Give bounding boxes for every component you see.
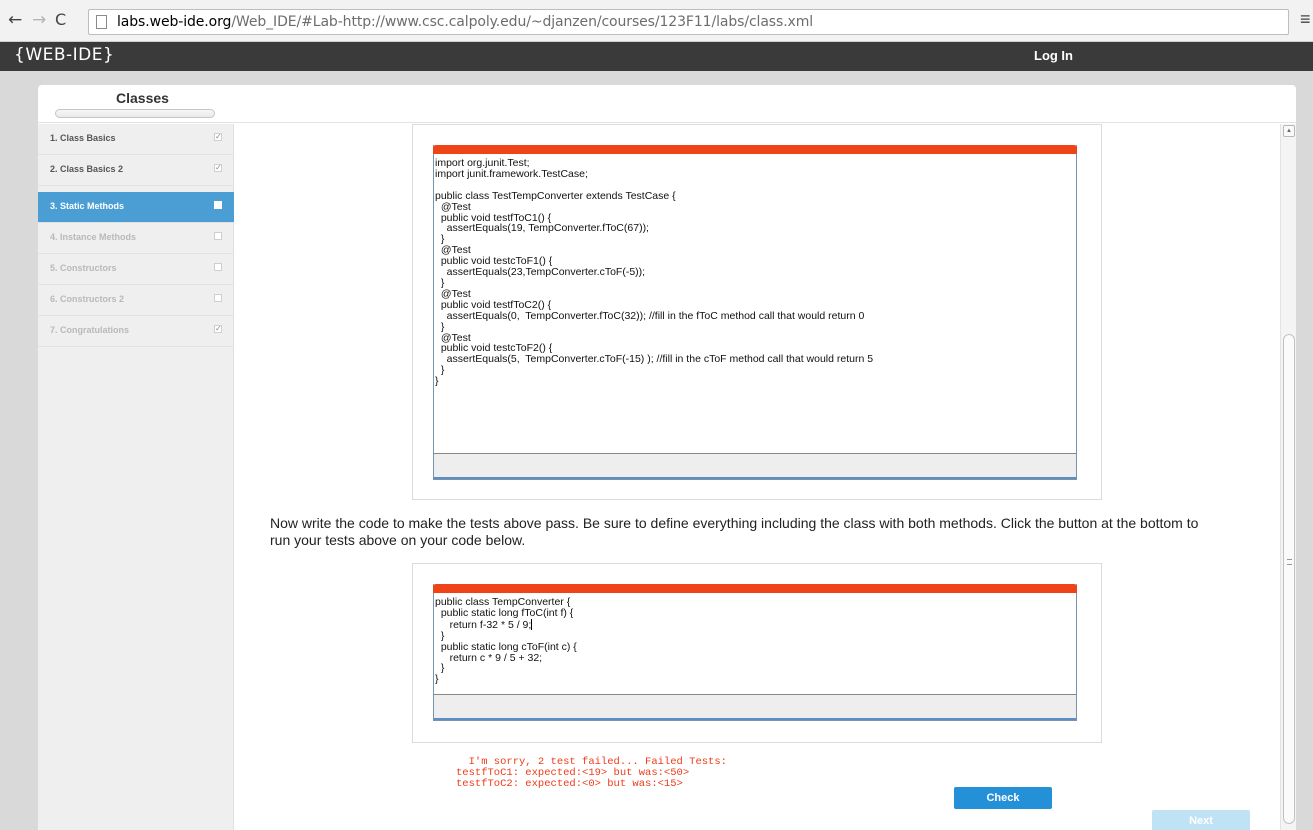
- status-checkbox-icon: [214, 294, 222, 302]
- grip-icon: [1287, 559, 1292, 565]
- completed-check-icon: ✓: [214, 132, 222, 141]
- code-after-caret: } public static long cToF(int c) { retur…: [435, 629, 577, 686]
- sidebar-item-class-basics[interactable]: 1. Class Basics ✓: [38, 124, 234, 155]
- test-code-frame: import org.junit.Test; import junit.fram…: [412, 124, 1102, 500]
- panel-header: Classes: [38, 85, 1296, 123]
- web-ide-logo[interactable]: {WEB-IDE}: [14, 45, 114, 65]
- content-scrollbar[interactable]: ▲: [1280, 124, 1296, 830]
- sidebar-item-congratulations[interactable]: 7. Congratulations ✓: [38, 316, 234, 347]
- editor-title-bar: [433, 145, 1077, 154]
- instructions-text: Now write the code to make the tests abo…: [270, 515, 1199, 548]
- status-checkbox-icon: [214, 232, 222, 240]
- editor-status-bar: [434, 694, 1076, 720]
- check-button[interactable]: Check: [954, 787, 1052, 809]
- sidebar-item-constructors-2[interactable]: 6. Constructors 2: [38, 285, 234, 316]
- forward-arrow-icon[interactable]: →: [32, 10, 46, 30]
- sidebar-item-instance-methods[interactable]: 4. Instance Methods: [38, 223, 234, 254]
- url-path: /Web_IDE/#Lab-http://www.csc.calpoly.edu…: [231, 14, 814, 30]
- completed-check-icon: ✓: [214, 324, 222, 333]
- text-caret: [531, 618, 533, 630]
- url-text[interactable]: labs.web-ide.org/Web_IDE/#Lab-http://www…: [117, 14, 813, 30]
- status-checkbox-icon: [214, 263, 222, 271]
- scrollbar-thumb[interactable]: [1283, 334, 1295, 824]
- test-result-message: I'm sorry, 2 test failed... Failed Tests…: [456, 756, 727, 790]
- solution-code-frame: public class TempConverter { public stat…: [412, 563, 1102, 743]
- sidebar-item-label: 6. Constructors 2: [50, 294, 125, 304]
- scroll-up-arrow-icon[interactable]: ▲: [1283, 125, 1295, 137]
- completed-check-icon: ✓: [214, 163, 222, 172]
- url-host: labs.web-ide.org: [117, 14, 232, 30]
- test-code-editor[interactable]: import org.junit.Test; import junit.fram…: [433, 145, 1077, 480]
- next-button[interactable]: Next: [1152, 810, 1250, 830]
- solution-code-editor[interactable]: public class TempConverter { public stat…: [433, 584, 1077, 721]
- editor-status-bar: [434, 453, 1076, 479]
- lab-progress-bar: [55, 109, 215, 118]
- sidebar-item-label: 7. Congratulations: [50, 325, 130, 335]
- browser-toolbar: ← → C labs.web-ide.org/Web_IDE/#Lab-http…: [0, 0, 1313, 42]
- sidebar-item-label: 3. Static Methods: [50, 201, 125, 211]
- solution-code-text[interactable]: public class TempConverter { public stat…: [435, 597, 577, 685]
- back-arrow-icon[interactable]: ←: [8, 10, 22, 30]
- sidebar-item-constructors[interactable]: 5. Constructors: [38, 254, 234, 285]
- test-code-text[interactable]: import org.junit.Test; import junit.fram…: [435, 158, 873, 387]
- app-header: {WEB-IDE} Log In: [0, 42, 1313, 71]
- sidebar-item-label: 4. Instance Methods: [50, 232, 137, 242]
- sidebar-item-label: 2. Class Basics 2: [50, 164, 124, 174]
- sidebar-item-label: 5. Constructors: [50, 263, 117, 273]
- sidebar-item-label: 1. Class Basics: [50, 133, 116, 143]
- reload-icon[interactable]: C: [55, 10, 66, 30]
- address-bar[interactable]: labs.web-ide.org/Web_IDE/#Lab-http://www…: [88, 9, 1289, 35]
- lesson-sidebar: 1. Class Basics ✓ 2. Class Basics 2 ✓ 3.…: [38, 124, 234, 830]
- sidebar-item-class-basics-2[interactable]: 2. Class Basics 2 ✓: [38, 155, 234, 186]
- browser-menu-icon[interactable]: ≡: [1300, 9, 1311, 29]
- status-checkbox-icon: [214, 201, 222, 209]
- lab-title: Classes: [116, 90, 169, 106]
- sidebar-item-static-methods[interactable]: 3. Static Methods: [38, 192, 234, 223]
- page-icon: [96, 15, 107, 29]
- code-before-caret: public class TempConverter { public stat…: [435, 596, 574, 631]
- editor-title-bar: [433, 584, 1077, 593]
- login-link[interactable]: Log In: [1034, 48, 1073, 63]
- lab-panel: Classes 1. Class Basics ✓ 2. Class Basic…: [38, 85, 1296, 830]
